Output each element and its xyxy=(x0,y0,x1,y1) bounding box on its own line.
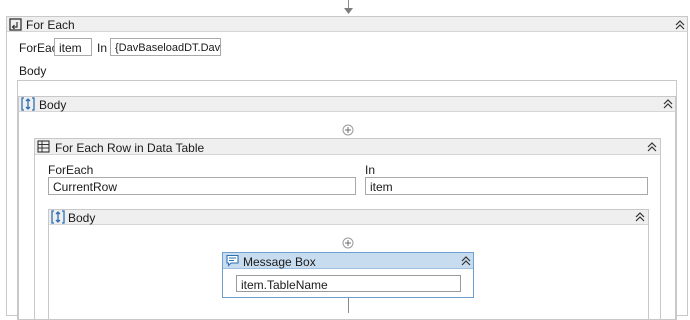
current-row-input[interactable]: CurrentRow xyxy=(48,177,356,195)
in-collection-input[interactable]: {DavBaseloadDT.DavPeakl xyxy=(110,38,221,56)
message-box-icon xyxy=(226,254,239,267)
for-each-title: For Each xyxy=(26,18,75,32)
body-label: Body xyxy=(19,64,47,78)
outer-body-title: Body xyxy=(39,98,67,112)
in-label: In xyxy=(97,41,108,55)
chevron-up-double-icon[interactable] xyxy=(646,141,658,153)
message-text-input[interactable]: item.TableName xyxy=(236,275,461,292)
foreach-item-input[interactable]: item xyxy=(54,38,92,56)
outer-body-header[interactable] xyxy=(19,97,675,112)
inner-body-title: Body xyxy=(68,211,96,225)
top-connector-line xyxy=(348,0,349,8)
sequence-icon xyxy=(51,210,65,224)
data-table-icon xyxy=(37,140,50,153)
add-activity-icon[interactable] xyxy=(342,237,354,249)
row-in-label: In xyxy=(365,163,376,177)
inner-body-header[interactable] xyxy=(49,210,648,225)
sequence-icon xyxy=(21,97,35,111)
chevron-up-double-icon[interactable] xyxy=(460,255,472,267)
add-activity-icon[interactable] xyxy=(342,124,354,136)
for-each-row-title: For Each Row in Data Table xyxy=(55,141,205,155)
chevron-up-double-icon[interactable] xyxy=(674,19,686,31)
for-each-header[interactable] xyxy=(7,17,687,32)
chevron-up-double-icon[interactable] xyxy=(662,98,674,110)
chevron-up-double-icon[interactable] xyxy=(634,211,646,223)
row-foreach-label: ForEach xyxy=(48,163,94,177)
message-box-title: Message Box xyxy=(243,255,316,269)
data-table-input[interactable]: item xyxy=(365,177,648,195)
for-each-icon xyxy=(9,18,22,31)
connector-arrow-icon xyxy=(344,8,353,14)
bottom-connector-line xyxy=(348,298,349,313)
